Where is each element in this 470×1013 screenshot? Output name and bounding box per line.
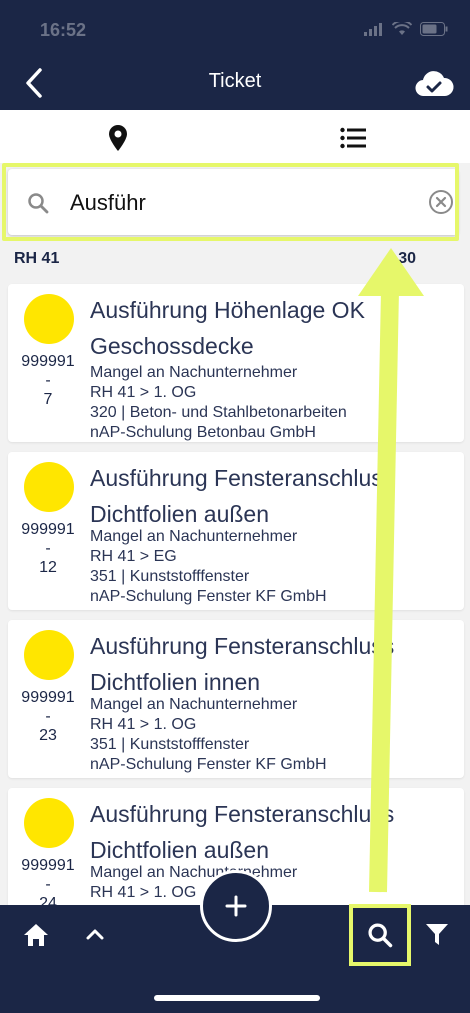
- ticket-type: Mangel an Nachunternehmer: [90, 864, 298, 881]
- chevron-up-icon[interactable]: [84, 924, 106, 944]
- plus-icon: [225, 895, 247, 917]
- page-title: Ticket: [208, 70, 262, 92]
- ticket-location: RH 41 > 1. OG: [90, 884, 197, 901]
- ticket-card[interactable]: 999991-7 Ausführung Höhenlage OK Geschoss…: [8, 284, 464, 442]
- status-dot: [24, 630, 74, 680]
- ticket-title: Ausführung Fensteranschluss Dichtfolien a…: [90, 801, 395, 863]
- ticket-trade: 320 | Beton- und Stahlbetonarbeiten: [90, 404, 347, 421]
- group-name: RH 41: [14, 250, 60, 267]
- signal-icon: [364, 23, 382, 36]
- battery-icon: [420, 22, 448, 36]
- search-icon: [28, 193, 49, 214]
- ticket-title: Ausführung Fensteranschluss Dichtfolien a…: [90, 465, 395, 527]
- tab-map[interactable]: [0, 110, 235, 166]
- ticket-trade: 351 | Kunststofffenster: [90, 568, 250, 585]
- ticket-location: RH 41 > EG: [90, 548, 177, 565]
- ticket-title: Ausführung Höhenlage OK Geschossdecke: [90, 297, 365, 359]
- ticket-number: 999991-23: [21, 689, 75, 744]
- add-button[interactable]: [200, 870, 272, 942]
- search-bar: Ausführ: [0, 163, 470, 245]
- home-icon[interactable]: [22, 922, 50, 948]
- ticket-card[interactable]: 999991-12 Ausführung Fensteranschluss Dic…: [8, 452, 464, 610]
- search-input[interactable]: Ausführ: [70, 190, 146, 216]
- status-icons: [364, 22, 448, 36]
- ticket-type: Mangel an Nachunternehmer: [90, 528, 298, 545]
- top-bar: 16:52 Ticket: [0, 0, 470, 110]
- status-time: 16:52: [40, 20, 87, 40]
- sync-button[interactable]: [414, 68, 454, 100]
- ticket-location: RH 41 > 1. OG: [90, 716, 197, 733]
- status-dot: [24, 462, 74, 512]
- ticket-number: 999991-7: [21, 353, 75, 408]
- ticket-type: Mangel an Nachunternehmer: [90, 364, 298, 381]
- search-icon: [368, 923, 393, 948]
- search-field[interactable]: Ausführ: [8, 169, 458, 235]
- app-screen: 16:52 Ticket Ausführ RH 41 30 999991 - 7…: [0, 0, 470, 1013]
- ticket-title: Ausführung Fensteranschluss Dichtfolien i…: [90, 633, 395, 695]
- status-dot: [24, 294, 74, 344]
- view-tabs: [0, 110, 470, 166]
- group-count: 30: [398, 250, 416, 267]
- map-pin-icon: [108, 125, 127, 151]
- ticket-company: nAP-Schulung Betonbau GmbH: [90, 424, 316, 441]
- ticket-number: 999991-12: [21, 521, 75, 576]
- ticket-card[interactable]: 999991-23 Ausführung Fensteranschluss Dic…: [8, 620, 464, 778]
- filter-icon[interactable]: [424, 921, 450, 947]
- search-button[interactable]: [349, 904, 411, 966]
- clear-circle-icon[interactable]: [428, 189, 454, 215]
- status-dot: [24, 798, 74, 848]
- ticket-location: RH 41 > 1. OG: [90, 384, 197, 401]
- group-header: RH 41 30: [14, 250, 416, 268]
- tab-list[interactable]: [235, 110, 470, 166]
- cloud-check-icon: [415, 71, 454, 97]
- list-icon: [339, 127, 366, 149]
- ticket-type: Mangel an Nachunternehmer: [90, 696, 298, 713]
- home-indicator: [154, 995, 320, 1001]
- ticket-trade: 351 | Kunststofffenster: [90, 736, 250, 753]
- wifi-icon: [392, 22, 412, 35]
- ticket-company: nAP-Schulung Fenster KF GmbH: [90, 588, 327, 605]
- ticket-company: nAP-Schulung Fenster KF GmbH: [90, 756, 327, 773]
